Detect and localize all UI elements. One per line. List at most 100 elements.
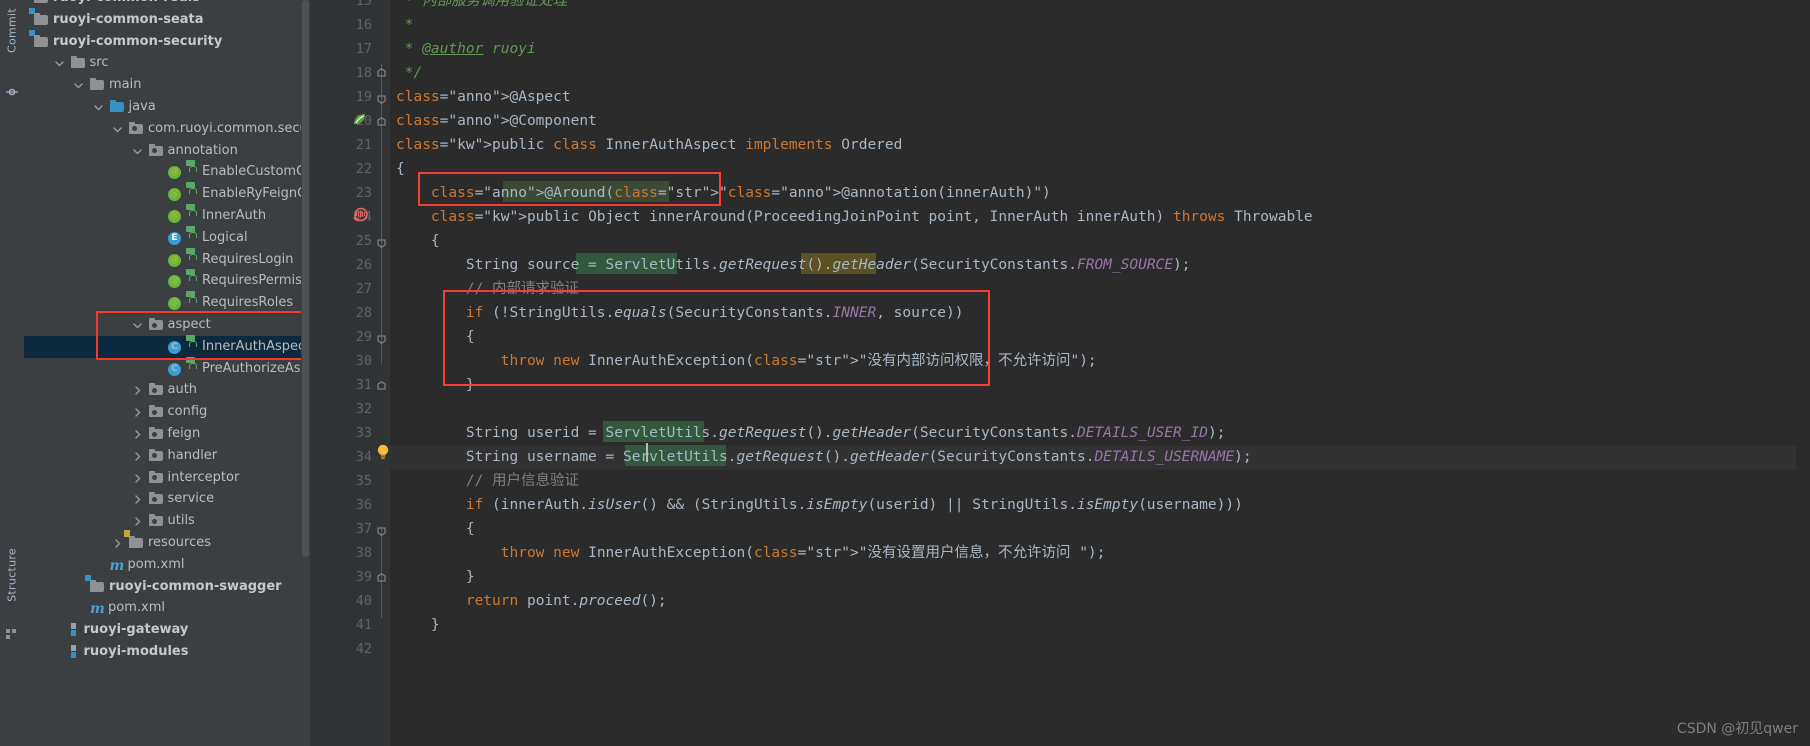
code-line-40[interactable]: return point.proceed(); [396, 589, 667, 613]
tree-item-ruoyi-modules[interactable]: ruoyi-modules [24, 641, 310, 663]
tree-item-ruoyi-common-seata[interactable]: ruoyi-common-seata [24, 7, 310, 31]
tree-item-com-ruoyi-common-security[interactable]: com.ruoyi.common.security [24, 118, 310, 140]
editor-text-area[interactable]: 15 * 内部服务调用验证处理 16 * 17 * @author ruoyi 18 … [310, 0, 1810, 746]
tree-item-requirespermissions[interactable]: @ RequiresPermissions [24, 269, 310, 292]
intention-bulb-icon[interactable] [376, 444, 390, 461]
fold-marker-collapse[interactable] [376, 113, 387, 126]
code-line-39[interactable]: } [396, 565, 475, 589]
code-line-29[interactable]: { [396, 325, 475, 349]
tree-disclosure-expanded-icon[interactable] [132, 146, 143, 157]
tree-item-preauthorizeaspect[interactable]: C PreAuthorizeAspect [24, 356, 310, 380]
code-editor[interactable]: 15 * 内部服务调用验证处理 16 * 17 * @author ruoyi 18 … [310, 0, 1810, 746]
tree-disclosure-collapsed-icon[interactable] [112, 538, 123, 549]
tree-disclosure-collapsed-icon[interactable] [132, 407, 143, 418]
tree-item-config[interactable]: config [24, 401, 310, 423]
editor-scrollbar[interactable] [1796, 0, 1810, 746]
code-line-30[interactable]: throw new InnerAuthException(class="str"… [396, 349, 1097, 373]
code-line-20[interactable]: class="anno">@Component [396, 109, 597, 133]
tree-item-pom-xml[interactable]: m pom.xml [24, 554, 310, 576]
tree-disclosure-expanded-icon[interactable] [93, 102, 104, 113]
code-line-19[interactable]: class="anno">@Aspect [396, 85, 571, 109]
tree-item-innerauth[interactable]: @ InnerAuth [24, 204, 310, 227]
tree-item-handler[interactable]: handler [24, 445, 310, 467]
code-line-23[interactable]: class="anno">@Around(class="str">"class=… [396, 181, 1051, 205]
tool-window-button-structure[interactable]: Structure [6, 548, 19, 602]
code-line-18[interactable]: */ [396, 61, 422, 85]
tree-item-java[interactable]: java [24, 96, 310, 118]
tree-item-requiresroles[interactable]: @ RequiresRoles [24, 291, 310, 314]
code-line-22[interactable]: { [396, 157, 405, 181]
tree-item-service[interactable]: service [24, 488, 310, 510]
spring-bean-icon[interactable] [352, 112, 368, 132]
tree-disclosure-collapsed-icon[interactable] [132, 516, 143, 527]
tree-disclosure-collapsed-icon[interactable] [132, 494, 143, 505]
project-tree-scrollbar[interactable] [301, 0, 310, 557]
commit-icon[interactable] [6, 83, 18, 96]
tool-window-button-commit[interactable]: Commit [6, 8, 19, 53]
tree-item-annotation[interactable]: annotation [24, 140, 310, 162]
fold-marker-collapse[interactable] [376, 64, 387, 77]
package-icon [148, 318, 164, 332]
line-number: 36 [355, 497, 372, 513]
tree-disclosure-expanded-icon[interactable] [132, 320, 143, 331]
project-tool-window[interactable]: ruoyi-common-redis ruoyi-common-seata ruoy… [24, 0, 310, 746]
tree-item-innerauthaspect[interactable]: C InnerAuthAspect [24, 334, 310, 358]
code-line-38[interactable]: throw new InnerAuthException(class="str"… [396, 541, 1106, 565]
code-line-26[interactable]: String source = ServletUtils.getRequest(… [396, 253, 1191, 277]
code-line-27[interactable]: // 内部请求验证 [396, 277, 579, 301]
fold-marker-collapse[interactable] [376, 569, 387, 582]
code-line-25[interactable]: { [396, 229, 440, 253]
tree-item-ruoyi-gateway[interactable]: ruoyi-gateway [24, 619, 310, 641]
tree-item-pom-xml[interactable]: m pom.xml [24, 597, 310, 619]
tree-disclosure-collapsed-icon[interactable] [132, 385, 143, 396]
tree-item-ruoyi-common-redis[interactable]: ruoyi-common-redis [24, 0, 310, 9]
code-line-24[interactable]: class="kw">public Object innerAround(Pro… [396, 205, 1313, 229]
code-line-37[interactable]: { [396, 517, 475, 541]
tree-disclosure-expanded-icon[interactable] [112, 124, 123, 135]
tree-item-auth[interactable]: auth [24, 379, 310, 401]
aspect-advice-icon[interactable] [352, 207, 369, 228]
tree-item-logical[interactable]: E Logical [24, 225, 310, 249]
tree-item-utils[interactable]: utils [24, 510, 310, 532]
tree-item-label: EnableCustomConfig [202, 164, 310, 180]
tree-item-enablecustomconfig[interactable]: @ EnableCustomConfig [24, 160, 310, 183]
tree-disclosure-expanded-icon[interactable] [73, 80, 84, 91]
code-line-15[interactable]: * 内部服务调用验证处理 [396, 0, 567, 13]
tree-item-ruoyi-common-security[interactable]: ruoyi-common-security [24, 29, 310, 53]
tree-disclosure-collapsed-icon[interactable] [132, 451, 143, 462]
tree-disclosure-collapsed-icon[interactable] [132, 473, 143, 484]
code-line-31[interactable]: } [396, 373, 475, 397]
tree-item-aspect[interactable]: aspect [24, 314, 310, 336]
code-line-41[interactable]: } [396, 613, 440, 637]
code-line-21[interactable]: class="kw">public class InnerAuthAspect … [396, 133, 902, 157]
tree-item-feign[interactable]: feign [24, 423, 310, 445]
tree-item-requireslogin[interactable]: @ RequiresLogin [24, 247, 310, 271]
code-line-36[interactable]: if (innerAuth.isUser() && (StringUtils.i… [396, 493, 1243, 517]
tree-disclosure-collapsed-icon[interactable] [132, 429, 143, 440]
structure-icon[interactable] [6, 625, 18, 639]
tree-disclosure-expanded-icon[interactable] [54, 58, 65, 69]
tree-item-ruoyi-common-swagger[interactable]: ruoyi-common-swagger [24, 574, 310, 598]
code-line-16[interactable]: * [396, 13, 414, 37]
tree-item-resources[interactable]: resources [24, 530, 310, 554]
fold-marker-expand[interactable] [376, 233, 387, 248]
package-icon [129, 121, 144, 136]
scrollbar-thumb[interactable] [302, 0, 309, 557]
code-line-28[interactable]: if (!StringUtils.equals(SecurityConstant… [396, 301, 964, 325]
fold-marker-expand[interactable] [376, 521, 387, 536]
tree-item-main[interactable]: main [24, 74, 310, 96]
fold-marker-collapse[interactable] [376, 377, 387, 390]
code-line-34[interactable]: String username = ServletUtils.getReques… [396, 445, 1252, 469]
fold-marker-expand[interactable] [376, 89, 387, 104]
code-line-35[interactable]: // 用户信息验证 [396, 469, 579, 493]
tree-item-src[interactable]: src [24, 52, 310, 74]
line-number: 41 [355, 617, 372, 633]
code-line-17[interactable]: * @author ruoyi [396, 37, 536, 61]
code-line-33[interactable]: String userid = ServletUtils.getRequest(… [396, 421, 1226, 445]
fold-marker-expand[interactable] [376, 329, 387, 344]
folder-icon [70, 56, 86, 70]
tree-item-enableryfeignclients[interactable]: @ EnableRyFeignClients [24, 182, 310, 205]
enum-class-icon: E [168, 231, 181, 245]
tree-item-interceptor[interactable]: interceptor [24, 467, 310, 489]
java-class-icon: C [168, 362, 181, 376]
